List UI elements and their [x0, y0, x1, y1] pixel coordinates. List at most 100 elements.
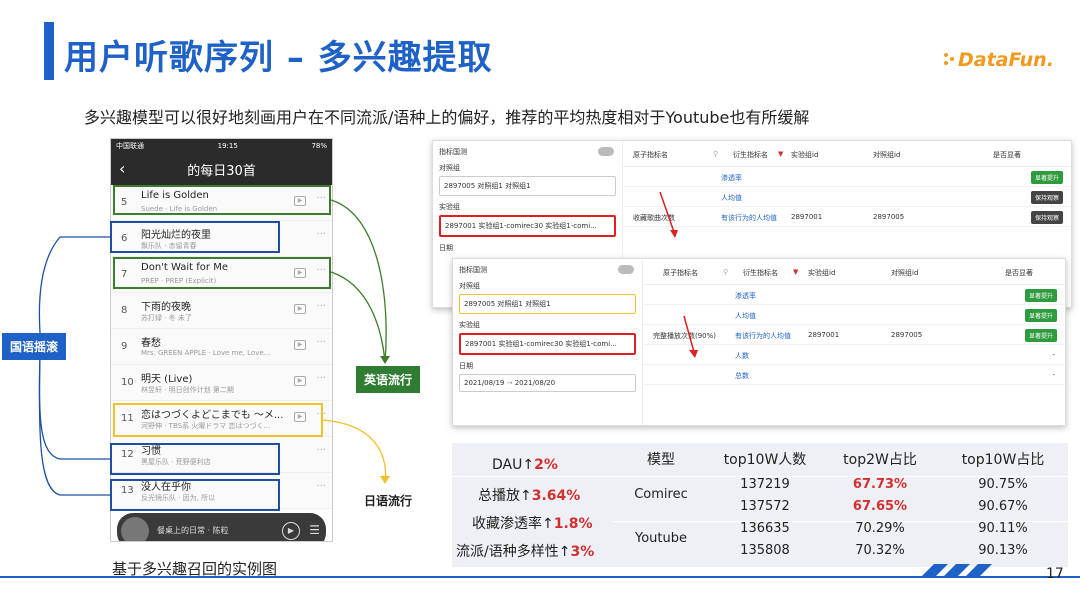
exp-group-select[interactable]: 2897001 实验组1-comirec30 实验组1-comi...: [439, 215, 616, 237]
back-arrow-icon[interactable]: ‹: [119, 159, 125, 178]
status-badge: 保持观察: [1030, 211, 1063, 224]
table-row: 渗透率 显著提升: [643, 285, 1065, 305]
status-badge: 保持观察: [1030, 191, 1063, 204]
cell: 136635: [740, 521, 790, 536]
exp-group-select[interactable]: 2897001 实验组1-comirec30 实验组1-comi...: [459, 333, 636, 355]
title-accent-bar: [44, 22, 54, 80]
more-icon[interactable]: ···: [316, 337, 326, 348]
kpi-value: 3.64%: [531, 488, 581, 504]
status-time: 19:15: [217, 142, 238, 150]
status-badge: 显著提升: [1024, 289, 1057, 302]
red-arrow-icon: [683, 315, 698, 358]
derived-cell[interactable]: 有该行为的人均值: [721, 213, 777, 223]
col-model: 模型: [647, 452, 675, 468]
search-icon[interactable]: ⚲: [713, 150, 718, 158]
red-arrow-icon: [659, 191, 678, 238]
video-icon[interactable]: ▶: [294, 376, 306, 386]
kpi-label: 流派/语种多样性↑: [456, 544, 571, 560]
table-row: 渗透率 显著提升: [623, 167, 1071, 187]
col-atomic: 原子指标名: [663, 269, 698, 277]
exp-id-cell: 2897001: [791, 213, 823, 221]
song-item[interactable]: 10 明天 (Live) 林昱轩 · 明日创作计划 第二期 ▶ ···: [111, 365, 332, 401]
english-highlight-box: [113, 185, 331, 215]
cell: 137572: [740, 499, 790, 514]
video-icon[interactable]: ▶: [294, 304, 306, 314]
filter-icon[interactable]: ▼: [793, 268, 798, 276]
model-youtube: Youtube: [635, 531, 687, 546]
song-title: 下雨的夜晚: [141, 302, 191, 313]
more-icon[interactable]: ···: [316, 229, 326, 240]
derived-cell[interactable]: 人均值: [735, 311, 756, 321]
status-badge: 显著提升: [1030, 171, 1063, 184]
english-highlight-box: [113, 257, 331, 289]
status-text: -: [1052, 371, 1055, 379]
col-exp-id: 实验组id: [791, 151, 819, 159]
song-subtitle: Mrs. GREEN APPLE · Love me, Love...: [141, 349, 271, 357]
play-icon[interactable]: ▶: [282, 522, 300, 540]
more-icon[interactable]: ···: [316, 445, 326, 456]
grid-header: 原子指标名 ⚲ 衍生指标名 ▼ 实验组id 对照组id 是否显著: [643, 259, 1065, 285]
derived-cell[interactable]: 总数: [735, 371, 749, 381]
more-icon[interactable]: ···: [316, 481, 326, 492]
status-badge: 显著提升: [1024, 329, 1057, 342]
song-number: 9: [121, 341, 128, 352]
control-group-select[interactable]: 2897005 对照组1 对照组1: [459, 294, 636, 314]
cell: 90.75%: [978, 477, 1028, 492]
kpi-dau: DAU↑2%: [492, 457, 558, 473]
derived-cell[interactable]: 渗透率: [735, 291, 756, 301]
status-badge: 显著提升: [1024, 309, 1057, 322]
status-battery: 78%: [311, 142, 327, 150]
control-group-select[interactable]: 2897005 对照组1 对照组1: [439, 176, 616, 196]
more-icon[interactable]: ···: [316, 301, 326, 312]
cell-highlight: 67.65%: [852, 499, 908, 514]
genre-tag-english-pop: 英语流行: [356, 366, 421, 393]
search-icon[interactable]: ⚲: [723, 268, 728, 276]
slide: { "title": "用户听歌序列 – 多兴趣提取", "subtitle":…: [0, 0, 1080, 608]
ctrl-id-cell: 2897005: [891, 331, 923, 339]
derived-cell[interactable]: 有该行为的人均值: [735, 331, 791, 341]
footer-decoration: [920, 564, 992, 578]
toggle-switch[interactable]: [618, 265, 634, 274]
cell: 70.29%: [855, 521, 905, 536]
phone-status-bar: 中国联通 19:15 78%: [111, 139, 332, 153]
derived-cell[interactable]: 渗透率: [721, 173, 742, 183]
song-title: 明天 (Live): [141, 374, 193, 385]
toggle-switch[interactable]: [598, 147, 614, 156]
col-exp-id: 实验组id: [808, 269, 836, 277]
song-number: 8: [121, 305, 128, 316]
cell-highlight: 67.73%: [852, 477, 908, 492]
model-comirec: Comirec: [634, 487, 688, 502]
col-ctrl-id: 对照组id: [891, 269, 919, 277]
song-item[interactable]: 8 下雨的夜晚 苏打绿 · 冬 未了 ▶ ···: [111, 293, 332, 329]
song-item[interactable]: 9 春愁 Mrs. GREEN APPLE · Love me, Love... ▶ ·…: [111, 329, 332, 365]
mini-player[interactable]: 餐桌上的日常 · 陈粒 ▶ ☰: [117, 513, 326, 541]
derived-cell[interactable]: 人数: [735, 351, 749, 361]
col-top2w-ratio: top2W占比: [843, 452, 917, 468]
filter-title: 指标国测: [459, 266, 487, 274]
filter-icon[interactable]: ▼: [778, 150, 783, 158]
guoyu-highlight-box: [110, 221, 280, 253]
status-carrier: 中国联通: [116, 142, 144, 150]
playlist-icon[interactable]: ☰: [309, 523, 320, 537]
cell: 90.67%: [978, 499, 1028, 514]
page-number: 17: [1046, 566, 1064, 582]
more-icon[interactable]: ···: [316, 373, 326, 384]
kpi-label: 总播放↑: [478, 488, 532, 504]
date-to: 2021/08/20: [514, 379, 556, 387]
exp-id-cell: 2897001: [808, 331, 840, 339]
date-label: 日期: [439, 244, 453, 252]
date-range-picker[interactable]: 2021/08/19 → 2021/08/20: [459, 374, 636, 392]
table-row: 收藏歌曲次数 有该行为的人均值 2897001 2897005 保持观察: [623, 207, 1071, 227]
metrics-grid: 原子指标名 ⚲ 衍生指标名 ▼ 实验组id 对照组id 是否显著 渗透率 显著提升…: [643, 259, 1065, 425]
col-ctrl-id: 对照组id: [873, 151, 901, 159]
kpi-label: 收藏渗透率↑: [472, 516, 554, 532]
col-atomic: 原子指标名: [633, 151, 668, 159]
date-label: 日期: [459, 362, 473, 370]
slide-title: 用户听歌序列 – 多兴趣提取: [64, 38, 493, 78]
metrics-summary: DAU↑2% 总播放↑3.64% 收藏渗透率↑1.8% 流派/语种多样性↑3% …: [452, 443, 1068, 567]
datafun-logo: DataFun.: [944, 49, 1054, 71]
exp-group-label: 实验组: [459, 321, 480, 329]
video-icon[interactable]: ▶: [294, 340, 306, 350]
table-row: 人均值 保持观察: [623, 187, 1071, 207]
derived-cell[interactable]: 人均值: [721, 193, 742, 203]
